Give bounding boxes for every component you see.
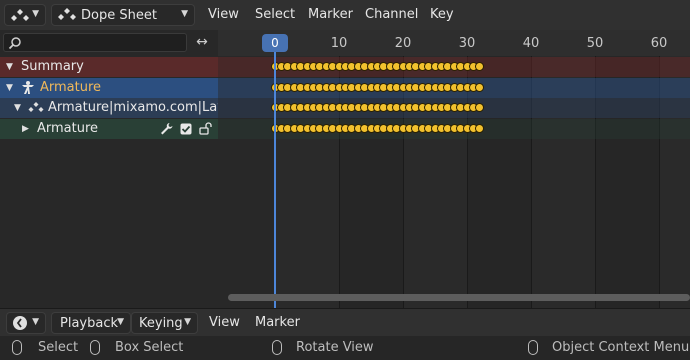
channel-label: Armature [40, 80, 102, 95]
tick-label: 10 [330, 36, 348, 51]
mode-label: Dope Sheet [81, 7, 157, 23]
search-input[interactable] [26, 34, 185, 53]
channel-label: Armature [37, 121, 99, 136]
armature-icon [22, 81, 34, 94]
status-box-select: Box Select [115, 340, 184, 355]
action-icon [28, 102, 44, 112]
status-select: Select [38, 340, 79, 355]
playback-label: Playback [60, 315, 119, 331]
chevron-down-icon: ▼ [181, 9, 188, 19]
playback-dropdown[interactable]: Playback ▼ [51, 312, 131, 334]
channel-row-action[interactable]: ▼ Armature|mixamo.com|Layer [0, 98, 238, 118]
editor-type-button[interactable]: ▼ [4, 4, 46, 26]
current-frame-badge[interactable]: 0 [262, 34, 288, 52]
chevron-down-icon: ▼ [32, 317, 39, 327]
menu-select[interactable]: Select [255, 0, 295, 30]
collapsed-triangle-icon[interactable]: ▶ [22, 119, 29, 139]
menu-key[interactable]: Key [430, 0, 454, 30]
tick-label: 30 [458, 36, 476, 51]
channel-label: Summary [21, 59, 84, 74]
dope-sheet-mode-icon [58, 8, 76, 20]
mouse-left-icon [12, 340, 22, 355]
menu-marker[interactable]: Marker [308, 0, 353, 30]
tick-label: 40 [522, 36, 540, 51]
tick-label: 20 [394, 36, 412, 51]
chevron-down-icon: ▼ [32, 9, 39, 19]
timeline-row-armature-object [218, 78, 690, 98]
footer-menu-view[interactable]: View [209, 309, 240, 337]
timeline-row-action [218, 98, 690, 118]
tick-label: 50 [586, 36, 604, 51]
channel-search-field[interactable] [3, 33, 187, 53]
mouse-right-icon [528, 340, 538, 355]
expand-triangle-icon[interactable]: ▼ [6, 57, 13, 77]
timeline-row-armature-group [218, 119, 690, 139]
channel-label: Armature|mixamo.com|Layer [48, 100, 239, 115]
horizontal-scrollbar[interactable] [228, 294, 690, 301]
dope-sheet-timeline[interactable]: 10 20 30 40 50 60 0 [218, 30, 690, 308]
menu-channel[interactable]: Channel [365, 0, 418, 30]
keyframe[interactable] [475, 124, 485, 133]
keyframe[interactable] [475, 83, 485, 92]
menu-view[interactable]: View [208, 0, 239, 30]
frame-ruler[interactable]: 10 20 30 40 50 60 [218, 30, 690, 56]
timeline-row-summary [218, 57, 690, 77]
tick-label: 60 [650, 36, 668, 51]
status-bar: Select Box Select Rotate View Object Con… [0, 336, 690, 360]
checkbox-icon[interactable] [180, 123, 192, 135]
status-rotate-view: Rotate View [296, 340, 374, 355]
channel-row-armature-group[interactable]: ▶ Armature [0, 119, 218, 139]
channel-row-armature-object[interactable]: ▼ Armature [0, 78, 218, 98]
dope-sheet-icon [11, 9, 29, 21]
timeline-footer: ▼ Playback ▼ Keying ▼ View Marker [0, 308, 690, 336]
search-icon [8, 37, 21, 50]
keyframe[interactable] [475, 62, 485, 71]
expand-triangle-icon[interactable]: ▼ [6, 78, 13, 98]
editor-header: ▼ Dope Sheet ▼ View Select Marker Channe… [0, 0, 690, 30]
mouse-middle-icon [272, 340, 282, 355]
channel-row-summary[interactable]: ▼ Summary [0, 57, 218, 77]
chevron-down-icon: ▼ [117, 317, 124, 327]
unlock-icon[interactable] [199, 122, 213, 135]
status-context-menu: Object Context Menu [552, 340, 690, 355]
keyframe[interactable] [475, 103, 485, 112]
expand-triangle-icon[interactable]: ▼ [14, 98, 21, 118]
wrench-icon[interactable] [160, 122, 173, 135]
footer-menu-marker[interactable]: Marker [255, 309, 300, 337]
keying-dropdown[interactable]: Keying ▼ [131, 312, 198, 334]
clock-icon [13, 316, 27, 330]
mouse-left-drag-icon [90, 340, 100, 355]
swap-icon[interactable]: ↔ [190, 33, 214, 52]
keying-label: Keying [139, 315, 183, 331]
chevron-down-icon: ▼ [184, 317, 191, 327]
playhead[interactable] [274, 52, 276, 308]
channel-region: ↔ ▼ Summary ▼ Armature ▼ Armature|mixamo… [0, 30, 238, 308]
editor-type-button[interactable]: ▼ [6, 312, 46, 334]
mode-dropdown[interactable]: Dope Sheet ▼ [51, 4, 195, 26]
